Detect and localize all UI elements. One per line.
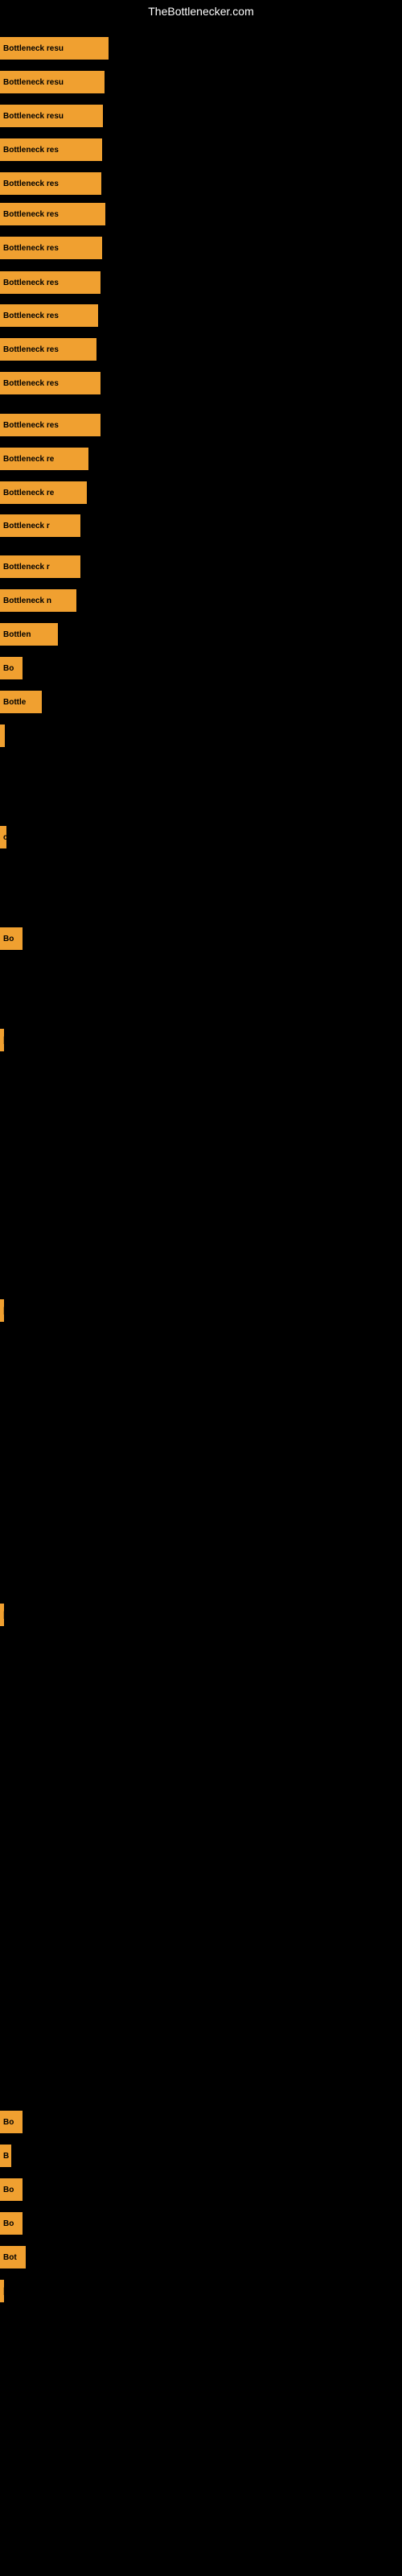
bar-label: Bottleneck n — [3, 597, 51, 605]
bar: Bottleneck re — [0, 448, 88, 470]
bar-row: | — [0, 1029, 4, 1051]
bar-label: | — [3, 1307, 4, 1315]
bar-row: Bottleneck n — [0, 589, 76, 612]
bar-row: Bot — [0, 2246, 26, 2268]
bar-row: Bottleneck resu — [0, 71, 105, 93]
bar: Bottlen — [0, 623, 58, 646]
bar: Bo — [0, 657, 23, 679]
bar-label: Bottleneck res — [3, 345, 59, 354]
bar-label: | — [3, 1036, 4, 1045]
bar-row: Bo — [0, 2178, 23, 2201]
bar-label: Bottleneck r — [3, 522, 50, 530]
bar: c — [0, 826, 6, 848]
bar-row: Bo — [0, 927, 23, 950]
chart-container: Bottleneck resu Bottleneck resu Bottleneck… — [0, 14, 402, 2576]
bar: Bot — [0, 2246, 26, 2268]
bar: Bottleneck re — [0, 481, 87, 504]
bar: Bottleneck r — [0, 514, 80, 537]
bar: Bottleneck res — [0, 372, 100, 394]
bar-row: Bo — [0, 2212, 23, 2235]
bar-label: Bottleneck res — [3, 244, 59, 253]
bar: Bottleneck res — [0, 271, 100, 294]
bar-label: Bottleneck res — [3, 279, 59, 287]
bar-label: Bottleneck resu — [3, 112, 64, 121]
bar: Bottleneck res — [0, 237, 102, 259]
bar-row: Bottleneck res — [0, 172, 101, 195]
bar-row: Bottleneck r — [0, 555, 80, 578]
bar-label: Bo — [3, 2186, 14, 2194]
bar: Bottleneck r — [0, 555, 80, 578]
bar-row — [0, 724, 5, 747]
bar-label: | — [3, 1611, 4, 1620]
bar: Bo — [0, 2212, 23, 2235]
bar: | — [0, 1029, 4, 1051]
bar: Bottleneck resu — [0, 37, 109, 60]
bar-row: Bottleneck res — [0, 271, 100, 294]
bar-label: Bottlen — [3, 630, 31, 639]
bar-label: Bottle — [3, 698, 26, 707]
bar-row: Bottleneck resu — [0, 105, 103, 127]
bar-label: Bottleneck re — [3, 455, 54, 464]
bar-label: Bottleneck res — [3, 210, 59, 219]
bar-label: Bo — [3, 664, 14, 673]
bar: Bo — [0, 2178, 23, 2201]
bar-row: | — [0, 1299, 4, 1322]
bar-label: Bottleneck resu — [3, 44, 64, 53]
bar-label: Bottleneck re — [3, 489, 54, 497]
bar-row: Bottleneck res — [0, 203, 105, 225]
bar-row: Bottleneck re — [0, 481, 87, 504]
bar: Bottle — [0, 691, 42, 713]
bar: | — [0, 1604, 4, 1626]
bar-row: | — [0, 2280, 4, 2302]
bar-label: Bottleneck res — [3, 312, 59, 320]
bar: Bottleneck res — [0, 172, 101, 195]
bar-label: Bottleneck r — [3, 563, 50, 572]
bar-row: B — [0, 2145, 11, 2167]
bar: Bottleneck n — [0, 589, 76, 612]
bar-label: Bo — [3, 2219, 14, 2228]
bar-row: Bo — [0, 657, 23, 679]
bar: Bottleneck resu — [0, 105, 103, 127]
bar-label: | — [3, 2287, 4, 2296]
bar: Bottleneck resu — [0, 71, 105, 93]
bar: Bottleneck res — [0, 138, 102, 161]
bar-row: Bottleneck res — [0, 304, 98, 327]
bar-row: Bottleneck res — [0, 237, 102, 259]
bar-label: Bottleneck res — [3, 146, 59, 155]
bar-row: Bottleneck res — [0, 138, 102, 161]
bar-label: Bottleneck res — [3, 421, 59, 430]
bar-row: Bottleneck res — [0, 372, 100, 394]
bar-row: Bottleneck res — [0, 338, 96, 361]
bar-row: Bottleneck r — [0, 514, 80, 537]
bar: | — [0, 2280, 4, 2302]
bar-row: Bottleneck re — [0, 448, 88, 470]
bar-label: c — [3, 833, 6, 842]
bar: Bottleneck res — [0, 414, 100, 436]
bar: Bottleneck res — [0, 304, 98, 327]
bar-label: Bot — [3, 2253, 17, 2262]
bar-row: Bottle — [0, 691, 42, 713]
bar-row: Bo — [0, 2111, 23, 2133]
bar-label: Bottleneck res — [3, 379, 59, 388]
bar: B — [0, 2145, 11, 2167]
bar-row: c — [0, 826, 6, 848]
bar-row: Bottlen — [0, 623, 58, 646]
bar: Bo — [0, 927, 23, 950]
bar: | — [0, 1299, 4, 1322]
bar-label: Bottleneck resu — [3, 78, 64, 87]
bar: Bottleneck res — [0, 338, 96, 361]
bar-label: Bottleneck res — [3, 180, 59, 188]
bar-row: Bottleneck resu — [0, 37, 109, 60]
bar-row: Bottleneck res — [0, 414, 100, 436]
bar — [0, 724, 5, 747]
bar: Bottleneck res — [0, 203, 105, 225]
bar-label: Bo — [3, 935, 14, 943]
bar-label: Bo — [3, 2118, 14, 2127]
bar-label: B — [3, 2152, 9, 2161]
bar: Bo — [0, 2111, 23, 2133]
bar-row: | — [0, 1604, 4, 1626]
